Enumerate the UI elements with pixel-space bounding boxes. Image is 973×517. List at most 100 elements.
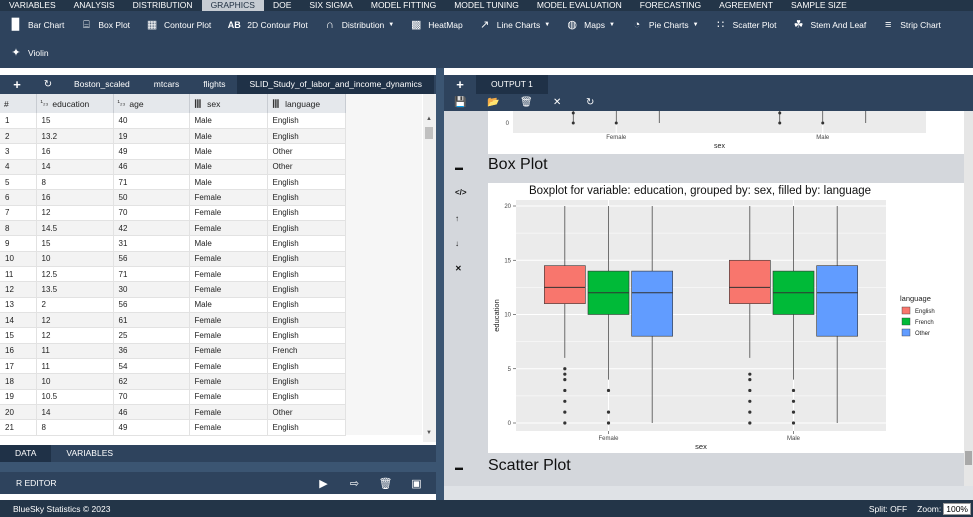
table-cell[interactable]: 19 <box>113 128 190 145</box>
table-cell[interactable]: Other <box>267 404 346 421</box>
tab-dataset[interactable]: flights <box>191 75 237 94</box>
menu-item-model-evaluation[interactable]: MODEL EVALUATION <box>528 0 631 11</box>
table-cell[interactable]: Female <box>189 266 268 283</box>
splitter[interactable] <box>436 68 444 500</box>
output-vertical-scrollbar[interactable] <box>964 111 973 486</box>
table-cell[interactable]: 1 <box>0 113 37 129</box>
table-cell[interactable]: 70 <box>113 205 190 221</box>
column-header[interactable]: ┃┃┃ sex <box>189 94 268 113</box>
menu-item-agreement[interactable]: AGREEMENT <box>710 0 782 11</box>
table-cell[interactable]: Male <box>189 235 268 252</box>
table-cell[interactable]: Other <box>267 159 346 175</box>
toolbar-strip-chart-button[interactable]: ≡ Strip Chart <box>882 19 941 31</box>
add-output-button[interactable]: + <box>444 77 476 92</box>
table-row[interactable]: 12 13.5 30 Female English <box>0 281 422 298</box>
table-cell[interactable]: English <box>267 266 346 283</box>
save-icon[interactable]: 💾 <box>454 97 487 108</box>
table-row[interactable]: 6 16 50 Female English <box>0 189 422 206</box>
table-cell[interactable]: 4 <box>0 159 37 175</box>
code-icon[interactable]: </> <box>455 188 467 197</box>
table-row[interactable]: 13 2 56 Male English <box>0 297 422 313</box>
table-cell[interactable]: 8 <box>36 419 114 436</box>
table-cell[interactable]: Female <box>189 373 268 390</box>
table-cell[interactable]: Female <box>189 220 268 237</box>
table-row[interactable]: 20 14 46 Female Other <box>0 404 422 421</box>
table-cell[interactable]: 18 <box>0 373 37 390</box>
refresh-icon[interactable]: ↻ <box>34 79 62 90</box>
table-row[interactable]: 10 10 56 Female English <box>0 251 422 267</box>
table-row[interactable]: 8 14.5 42 Female English <box>0 220 422 237</box>
table-cell[interactable]: 13 <box>0 297 37 313</box>
table-cell[interactable]: 30 <box>113 281 190 298</box>
table-cell[interactable]: Male <box>189 174 268 191</box>
tab-output-1[interactable]: OUTPUT 1 <box>476 75 548 94</box>
table-cell[interactable]: English <box>267 113 346 129</box>
toolbar-line-charts-button[interactable]: ↗ Line Charts ▼ <box>479 19 550 31</box>
table-row[interactable]: 9 15 31 Male English <box>0 235 422 252</box>
table-cell[interactable]: 54 <box>113 358 190 375</box>
table-row[interactable]: 11 12.5 71 Female English <box>0 266 422 283</box>
table-cell[interactable]: English <box>267 389 346 406</box>
table-cell[interactable]: 61 <box>113 312 190 329</box>
table-row[interactable]: 21 8 49 Female English <box>0 419 422 436</box>
menu-item-model-tuning[interactable]: MODEL TUNING <box>445 0 528 11</box>
table-cell[interactable]: 10 <box>36 373 114 390</box>
table-cell[interactable]: 10 <box>36 251 114 267</box>
table-cell[interactable]: 12 <box>0 281 37 298</box>
split-status[interactable]: Split: OFF <box>869 504 907 514</box>
menu-item-variables[interactable]: VARIABLES <box>0 0 65 11</box>
table-cell[interactable]: 15 <box>36 235 114 252</box>
trash-icon[interactable]: 🗑 <box>520 97 553 108</box>
table-cell[interactable]: 7 <box>0 205 37 221</box>
table-cell[interactable]: Male <box>189 143 268 160</box>
table-row[interactable]: 14 12 61 Female English <box>0 312 422 329</box>
table-cell[interactable]: English <box>267 419 346 436</box>
table-cell[interactable]: 71 <box>113 174 190 191</box>
table-cell[interactable]: Female <box>189 205 268 221</box>
open-icon[interactable]: 📂 <box>487 97 520 108</box>
table-cell[interactable]: 56 <box>113 251 190 267</box>
table-cell[interactable]: 12 <box>36 327 114 344</box>
table-cell[interactable]: 16 <box>36 189 114 206</box>
table-cell[interactable]: Female <box>189 358 268 375</box>
table-cell[interactable]: English <box>267 235 346 252</box>
toolbar-distribution-button[interactable]: ∩ Distribution ▼ <box>324 19 394 31</box>
table-row[interactable]: 17 11 54 Female English <box>0 358 422 375</box>
table-row[interactable]: 5 8 71 Male English <box>0 174 422 191</box>
table-row[interactable]: 19 10.5 70 Female English <box>0 389 422 406</box>
toolbar-stem-and-leaf-button[interactable]: ☘ Stem And Leaf <box>793 19 867 31</box>
menu-item-model-fitting[interactable]: MODEL FITTING <box>362 0 445 11</box>
collapse-icon[interactable]: ▬ <box>455 463 463 472</box>
table-row[interactable]: 4 14 46 Male Other <box>0 159 422 175</box>
table-row[interactable]: 1 15 40 Male English <box>0 113 422 129</box>
toolbar-2d-contour-plot-button[interactable]: AB 2D Contour Plot <box>227 19 308 31</box>
table-cell[interactable]: 6 <box>0 189 37 206</box>
table-cell[interactable]: 10.5 <box>36 389 114 406</box>
table-cell[interactable]: 12.5 <box>36 266 114 283</box>
menu-item-analysis[interactable]: ANALYSIS <box>65 0 124 11</box>
table-cell[interactable]: Other <box>267 143 346 160</box>
tab-data[interactable]: DATA <box>0 445 52 462</box>
table-cell[interactable]: 8 <box>36 174 114 191</box>
table-cell[interactable]: Female <box>189 251 268 267</box>
table-cell[interactable]: English <box>267 358 346 375</box>
table-cell[interactable]: 13.2 <box>36 128 114 145</box>
collapse-icon[interactable]: ▬ <box>455 163 463 172</box>
table-cell[interactable]: 49 <box>113 419 190 436</box>
run-icon[interactable]: ▶ <box>308 477 339 490</box>
r-editor-label[interactable]: R EDITOR <box>0 478 308 488</box>
table-cell[interactable]: 15 <box>36 113 114 129</box>
table-cell[interactable]: 31 <box>113 235 190 252</box>
menu-item-doe[interactable]: DOE <box>264 0 300 11</box>
toolbar-heatmap-button[interactable]: ▩ HeatMap <box>410 19 463 31</box>
toolbar-violin-button[interactable]: ✦ Violin <box>10 47 48 59</box>
table-cell[interactable]: 46 <box>113 159 190 175</box>
table-cell[interactable]: Female <box>189 189 268 206</box>
table-row[interactable]: 3 16 49 Male Other <box>0 143 422 160</box>
table-cell[interactable]: 49 <box>113 143 190 160</box>
table-cell[interactable]: Female <box>189 281 268 298</box>
table-cell[interactable]: 20 <box>0 404 37 421</box>
table-row[interactable]: 2 13.2 19 Male English <box>0 128 422 145</box>
tab-variables[interactable]: VARIABLES <box>51 445 128 462</box>
table-cell[interactable]: English <box>267 281 346 298</box>
